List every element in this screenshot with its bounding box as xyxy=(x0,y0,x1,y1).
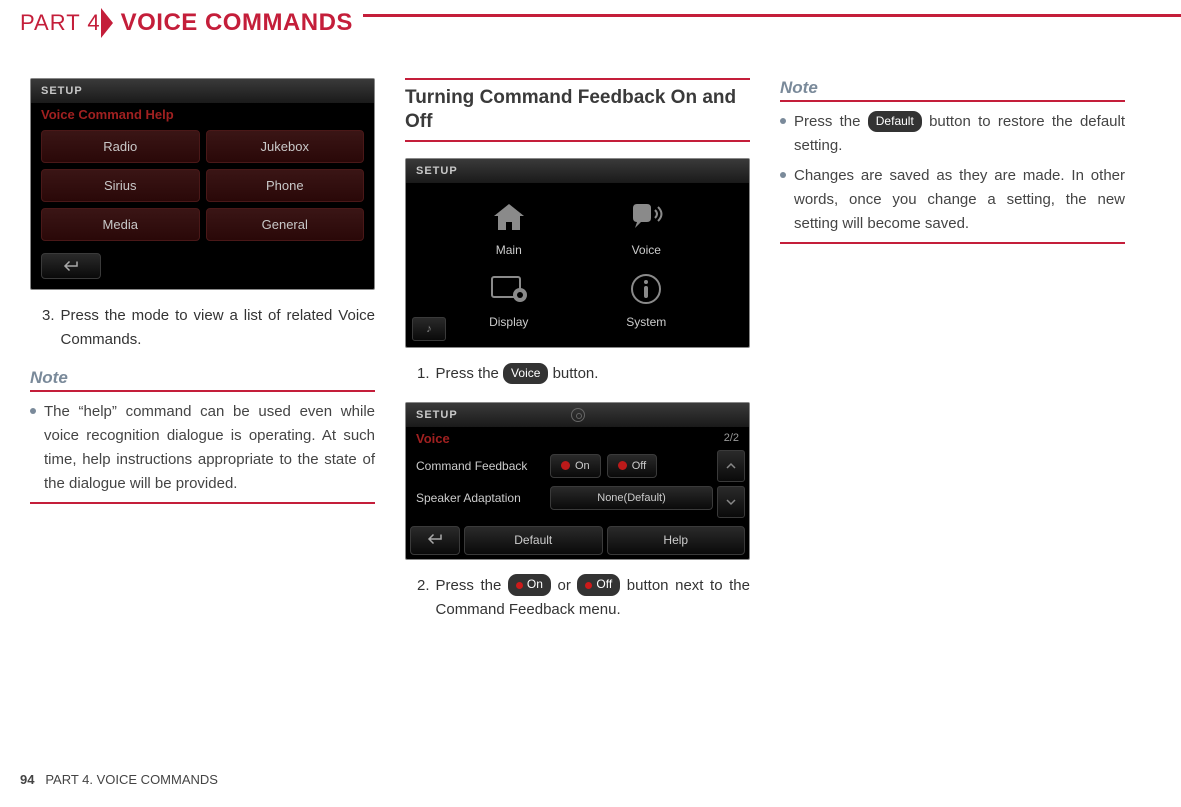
text: button. xyxy=(548,365,598,382)
music-note-icon: ♪ xyxy=(412,317,446,341)
title-arrow-icon xyxy=(101,8,113,38)
off-radio[interactable]: Off xyxy=(607,454,657,478)
command-feedback-label: Command Feedback xyxy=(416,459,544,473)
page-footer: 94 PART 4. VOICE COMMANDS xyxy=(20,772,218,787)
note-bullet-2: Changes are saved as they are made. In o… xyxy=(780,164,1125,236)
voice-title: Voice xyxy=(416,431,450,446)
bullet-icon xyxy=(780,172,786,178)
text: Press the xyxy=(794,113,868,130)
back-arrow-icon xyxy=(426,533,444,545)
icon-label: Voice xyxy=(632,243,661,257)
screenshot-title: SETUP xyxy=(406,403,749,427)
info-icon xyxy=(628,271,664,307)
default-button[interactable]: Default xyxy=(464,526,603,555)
home-icon xyxy=(490,200,528,234)
screenshot-setup-main: SETUP Main Voice Display System xyxy=(405,158,750,348)
back-button[interactable] xyxy=(41,253,101,279)
screenshot-title: SETUP xyxy=(31,79,374,103)
voice-button-ref: Voice xyxy=(503,363,548,384)
text: Press the xyxy=(436,365,504,382)
icon-display[interactable]: Display xyxy=(446,269,572,329)
mode-button-jukebox[interactable]: Jukebox xyxy=(206,130,365,163)
text: or xyxy=(551,577,578,594)
note-bullet-1: Press the Default button to restore the … xyxy=(780,110,1125,158)
icon-label: System xyxy=(626,315,666,329)
step-text: Press the Voice button. xyxy=(436,362,750,386)
note-end-rule xyxy=(780,242,1125,244)
bullet-text: Changes are saved as they are made. In o… xyxy=(794,164,1125,236)
footer-text: PART 4. VOICE COMMANDS xyxy=(45,772,218,787)
page-number: 94 xyxy=(20,772,34,787)
screenshot-subtitle: Voice Command Help xyxy=(31,103,374,130)
icon-label: Display xyxy=(489,315,528,329)
mode-button-media[interactable]: Media xyxy=(41,208,200,241)
step-number: 3. xyxy=(42,304,55,352)
speaker-adaptation-value[interactable]: None(Default) xyxy=(550,486,713,510)
icon-system[interactable]: System xyxy=(584,269,710,329)
text: Off xyxy=(596,575,612,594)
bullet-text: The “help” command can be used even whil… xyxy=(44,400,375,496)
note-bullet: The “help” command can be used even whil… xyxy=(30,400,375,496)
bullet-text: Press the Default button to restore the … xyxy=(794,110,1125,158)
speaker-adaptation-label: Speaker Adaptation xyxy=(416,491,544,505)
radio-dot-icon xyxy=(516,582,523,589)
subsection-heading: Turning Command Feedback On and Off xyxy=(405,78,750,142)
screenshot-title: SETUP xyxy=(406,159,749,183)
step-number: 1. xyxy=(417,362,430,386)
on-button-ref: On xyxy=(508,574,551,595)
default-button-ref: Default xyxy=(868,111,922,132)
part-label: PART 4 xyxy=(20,10,101,36)
chevron-up-icon xyxy=(726,462,736,470)
help-button[interactable]: Help xyxy=(607,526,746,555)
icon-label: Main xyxy=(496,243,522,257)
step-number: 2. xyxy=(417,574,430,622)
header-rule xyxy=(363,14,1181,17)
note-end-rule xyxy=(30,502,375,504)
text: SETUP xyxy=(416,409,458,421)
screenshot-voice-command-help: SETUP Voice Command Help Radio Jukebox S… xyxy=(30,78,375,290)
radio-dot-icon xyxy=(618,461,627,470)
note-heading: Note xyxy=(30,368,375,392)
scroll-down-button[interactable] xyxy=(717,486,745,518)
scroll-up-button[interactable] xyxy=(717,450,745,482)
page-header: PART 4 VOICE COMMANDS xyxy=(0,0,1181,38)
step-text: Press the On or Off button next to the C… xyxy=(436,574,750,622)
step-2: 2. Press the On or Off button next to th… xyxy=(405,574,750,622)
screenshot-voice-settings: SETUP Voice 2/2 Command Feedback On Off … xyxy=(405,402,750,560)
text: On xyxy=(575,460,590,472)
icon-main[interactable]: Main xyxy=(446,197,572,257)
radio-dot-icon xyxy=(561,461,570,470)
section-title: VOICE COMMANDS xyxy=(121,9,353,37)
page-indicator: 2/2 xyxy=(724,432,739,444)
step-text: Press the mode to view a list of related… xyxy=(61,304,375,352)
mode-button-general[interactable]: General xyxy=(206,208,365,241)
step-1: 1. Press the Voice button. xyxy=(405,362,750,386)
bullet-icon xyxy=(30,408,36,414)
back-arrow-icon xyxy=(62,259,80,273)
chevron-down-icon xyxy=(726,498,736,506)
bullet-icon xyxy=(780,118,786,124)
text: Off xyxy=(632,460,646,472)
on-radio[interactable]: On xyxy=(550,454,601,478)
text: On xyxy=(527,575,543,594)
note-heading: Note xyxy=(780,78,1125,102)
column-1: SETUP Voice Command Help Radio Jukebox S… xyxy=(30,78,375,638)
voice-icon xyxy=(627,200,665,234)
column-3: Note Press the Default button to restore… xyxy=(780,78,1125,638)
display-icon xyxy=(488,273,530,305)
column-2: Turning Command Feedback On and Off SETU… xyxy=(405,78,750,638)
step-3: 3. Press the mode to view a list of rela… xyxy=(30,304,375,352)
radio-dot-icon xyxy=(585,582,592,589)
text: Press the xyxy=(436,577,508,594)
back-button[interactable] xyxy=(410,526,460,555)
disc-icon xyxy=(571,408,585,422)
mode-button-phone[interactable]: Phone xyxy=(206,169,365,202)
off-button-ref: Off xyxy=(577,574,620,595)
mode-button-radio[interactable]: Radio xyxy=(41,130,200,163)
mode-button-sirius[interactable]: Sirius xyxy=(41,169,200,202)
icon-voice[interactable]: Voice xyxy=(584,197,710,257)
